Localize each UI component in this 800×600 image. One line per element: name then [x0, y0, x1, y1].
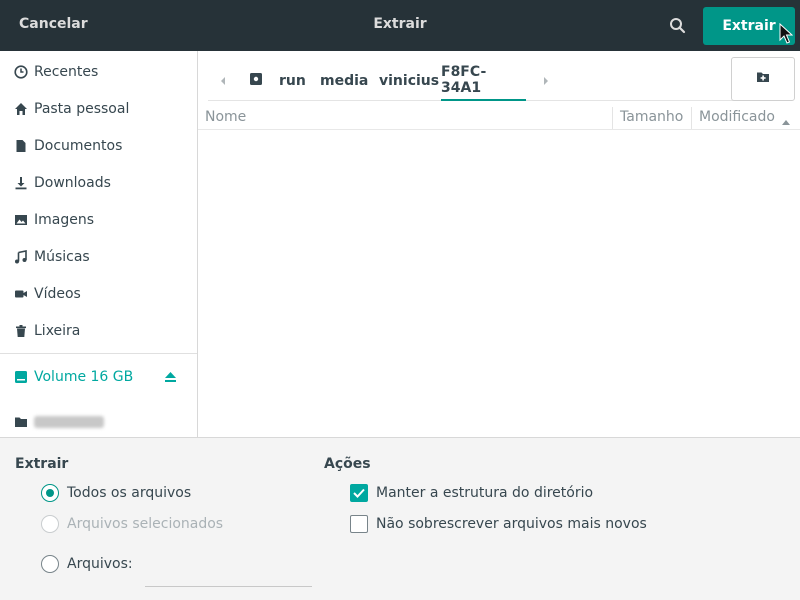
redacted-label	[34, 416, 104, 428]
radio-all-files[interactable]: Todos os arquivos	[41, 484, 191, 502]
clock-icon	[13, 64, 29, 80]
files-pattern-input[interactable]	[145, 585, 312, 587]
new-folder-button[interactable]	[731, 57, 795, 101]
column-header: Nome Tamanho Modificado	[198, 106, 800, 130]
sidebar-item-folder[interactable]	[0, 404, 197, 437]
path-segment-media[interactable]: media	[320, 61, 368, 101]
video-icon	[13, 286, 29, 302]
home-icon	[13, 101, 29, 117]
sidebar-item-documentos[interactable]: Documentos	[0, 128, 197, 164]
path-forward-icon[interactable]	[541, 74, 551, 88]
sidebar-item-label: Documentos	[34, 138, 123, 154]
radio-button	[41, 515, 59, 533]
column-modified[interactable]: Modificado	[699, 109, 775, 125]
search-icon[interactable]	[668, 16, 688, 36]
download-icon	[13, 175, 29, 191]
sidebar-item-label: Recentes	[34, 64, 99, 80]
sidebar-item-pasta-pessoal[interactable]: Pasta pessoal	[0, 91, 197, 127]
sidebar-item-musicas[interactable]: Músicas	[0, 239, 197, 275]
folder-icon	[13, 414, 29, 430]
extract-options-panel: Extrair Todos os arquivos Arquivos selec…	[0, 437, 800, 600]
path-segment-run[interactable]: run	[279, 61, 306, 101]
drive-icon	[249, 72, 263, 90]
checkbox-keep-structure[interactable]: Manter a estrutura do diretório	[350, 484, 593, 502]
mouse-cursor-icon	[779, 22, 794, 45]
radio-all-files-label: Todos os arquivos	[67, 485, 192, 501]
sidebar-item-lixeira[interactable]: Lixeira	[0, 313, 197, 349]
sidebar-item-label: Pasta pessoal	[34, 101, 130, 117]
music-icon	[13, 249, 29, 265]
sidebar-item-label: Downloads	[34, 175, 111, 191]
sidebar-item-label: Volume 16 GB	[34, 369, 134, 385]
column-divider[interactable]	[691, 107, 692, 129]
new-folder-icon	[756, 70, 770, 88]
sidebar-item-label: Lixeira	[34, 323, 81, 339]
trash-icon	[13, 323, 29, 339]
path-segment-vinicius[interactable]: vinicius	[379, 61, 439, 101]
drive-icon	[13, 369, 29, 385]
column-name[interactable]: Nome	[205, 109, 246, 125]
sidebar: Recentes Pasta pessoal Documentos Downlo…	[0, 51, 198, 437]
path-back-icon[interactable]	[218, 74, 228, 88]
sidebar-item-imagens[interactable]: Imagens	[0, 202, 197, 238]
sidebar-item-volume[interactable]: Volume 16 GB	[0, 359, 197, 395]
column-size[interactable]: Tamanho	[620, 109, 683, 125]
radio-files-label: Arquivos:	[67, 556, 133, 572]
sidebar-item-recentes[interactable]: Recentes	[0, 54, 197, 90]
checkbox[interactable]	[350, 515, 368, 533]
path-bar: run media vinicius F8FC-34A1	[208, 61, 763, 101]
radio-button[interactable]	[41, 484, 59, 502]
column-divider[interactable]	[612, 107, 613, 129]
checkbox-no-overwrite[interactable]: Não sobrescrever arquivos mais novos	[350, 515, 647, 533]
header-bar: Cancelar Extrair Extrair	[0, 0, 800, 51]
image-icon	[13, 212, 29, 228]
document-icon	[13, 138, 29, 154]
radio-files[interactable]: Arquivos:	[41, 555, 133, 573]
actions-section-title: Ações	[324, 456, 371, 472]
eject-icon[interactable]	[164, 371, 177, 383]
radio-selected-files-label: Arquivos selecionados	[67, 516, 224, 532]
checkbox[interactable]	[350, 484, 368, 502]
sidebar-item-label: Vídeos	[34, 286, 81, 302]
radio-button[interactable]	[41, 555, 59, 573]
checkbox-no-overwrite-label: Não sobrescrever arquivos mais novos	[376, 516, 647, 532]
sidebar-item-downloads[interactable]: Downloads	[0, 165, 197, 201]
extract-section-title: Extrair	[15, 456, 69, 472]
file-view: run media vinicius F8FC-34A1 Nome Tamanh…	[198, 51, 800, 437]
sidebar-item-videos[interactable]: Vídeos	[0, 276, 197, 312]
sidebar-item-label: Imagens	[34, 212, 95, 228]
sidebar-item-label: Músicas	[34, 249, 90, 265]
sidebar-separator	[0, 353, 197, 354]
sort-ascending-icon	[781, 114, 791, 130]
path-segment-current[interactable]: F8FC-34A1	[441, 61, 526, 101]
checkbox-keep-structure-label: Manter a estrutura do diretório	[376, 485, 594, 501]
radio-selected-files: Arquivos selecionados	[41, 515, 223, 533]
cancel-button[interactable]: Cancelar	[19, 16, 88, 32]
path-root-drive[interactable]	[242, 61, 270, 101]
